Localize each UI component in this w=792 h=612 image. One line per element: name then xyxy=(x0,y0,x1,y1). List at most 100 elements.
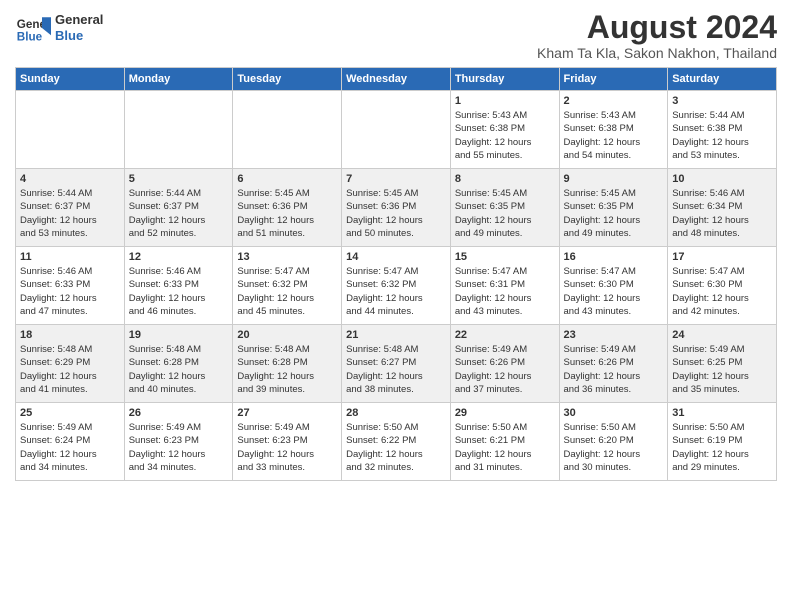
calendar-cell: 22 Sunrise: 5:49 AMSunset: 6:26 PMDayligh… xyxy=(450,325,559,403)
day-number: 6 xyxy=(237,173,337,185)
day-info: Sunrise: 5:50 AMSunset: 6:22 PMDaylight:… xyxy=(346,421,446,474)
day-number: 4 xyxy=(20,173,120,185)
svg-text:Blue: Blue xyxy=(17,31,43,44)
day-number: 11 xyxy=(20,251,120,263)
day-info: Sunrise: 5:49 AMSunset: 6:23 PMDaylight:… xyxy=(129,421,229,474)
day-info: Sunrise: 5:45 AMSunset: 6:36 PMDaylight:… xyxy=(346,187,446,240)
day-info: Sunrise: 5:47 AMSunset: 6:32 PMDaylight:… xyxy=(237,265,337,318)
weekday-header: Friday xyxy=(559,68,668,91)
calendar-cell: 14 Sunrise: 5:47 AMSunset: 6:32 PMDayligh… xyxy=(342,247,451,325)
day-info: Sunrise: 5:45 AMSunset: 6:35 PMDaylight:… xyxy=(564,187,664,240)
calendar-cell: 18 Sunrise: 5:48 AMSunset: 6:29 PMDayligh… xyxy=(16,325,125,403)
day-number: 25 xyxy=(20,407,120,419)
calendar-body: 1 Sunrise: 5:43 AMSunset: 6:38 PMDaylight… xyxy=(16,91,777,481)
day-info: Sunrise: 5:45 AMSunset: 6:36 PMDaylight:… xyxy=(237,187,337,240)
day-number: 2 xyxy=(564,95,664,107)
page-header: General Blue General Blue August 2024 Kh… xyxy=(15,10,777,61)
day-info: Sunrise: 5:44 AMSunset: 6:37 PMDaylight:… xyxy=(20,187,120,240)
day-number: 15 xyxy=(455,251,555,263)
day-number: 29 xyxy=(455,407,555,419)
day-info: Sunrise: 5:46 AMSunset: 6:34 PMDaylight:… xyxy=(672,187,772,240)
calendar-cell: 2 Sunrise: 5:43 AMSunset: 6:38 PMDaylight… xyxy=(559,91,668,169)
calendar-cell: 21Sunrise: 5:48 AMSunset: 6:27 PMDayligh… xyxy=(342,325,451,403)
day-info: Sunrise: 5:49 AMSunset: 6:23 PMDaylight:… xyxy=(237,421,337,474)
day-number: 27 xyxy=(237,407,337,419)
day-number: 8 xyxy=(455,173,555,185)
weekday-header: Monday xyxy=(124,68,233,91)
day-info: Sunrise: 5:46 AMSunset: 6:33 PMDaylight:… xyxy=(20,265,120,318)
title-block: August 2024 Kham Ta Kla, Sakon Nakhon, T… xyxy=(537,10,777,61)
day-number: 18 xyxy=(20,329,120,341)
calendar-cell xyxy=(124,91,233,169)
calendar-cell: 7 Sunrise: 5:45 AMSunset: 6:36 PMDaylight… xyxy=(342,169,451,247)
day-number: 7 xyxy=(346,173,446,185)
day-info: Sunrise: 5:47 AMSunset: 6:31 PMDaylight:… xyxy=(455,265,555,318)
day-info: Sunrise: 5:45 AMSunset: 6:35 PMDaylight:… xyxy=(455,187,555,240)
calendar-week-row: 1 Sunrise: 5:43 AMSunset: 6:38 PMDaylight… xyxy=(16,91,777,169)
day-number: 31 xyxy=(672,407,772,419)
day-number: 5 xyxy=(129,173,229,185)
calendar-week-row: 25 Sunrise: 5:49 AMSunset: 6:24 PMDayligh… xyxy=(16,403,777,481)
weekday-header: Tuesday xyxy=(233,68,342,91)
weekday-header: Saturday xyxy=(668,68,777,91)
day-info: Sunrise: 5:44 AMSunset: 6:37 PMDaylight:… xyxy=(129,187,229,240)
calendar-cell: 25 Sunrise: 5:49 AMSunset: 6:24 PMDayligh… xyxy=(16,403,125,481)
day-info: Sunrise: 5:49 AMSunset: 6:24 PMDaylight:… xyxy=(20,421,120,474)
day-number: 19 xyxy=(129,329,229,341)
calendar-cell: 27 Sunrise: 5:49 AMSunset: 6:23 PMDayligh… xyxy=(233,403,342,481)
day-number: 30 xyxy=(564,407,664,419)
calendar-cell: 6 Sunrise: 5:45 AMSunset: 6:36 PMDaylight… xyxy=(233,169,342,247)
day-number: 12 xyxy=(129,251,229,263)
day-info: Sunrise: 5:49 AMSunset: 6:26 PMDaylight:… xyxy=(564,343,664,396)
calendar-cell: 29 Sunrise: 5:50 AMSunset: 6:21 PMDayligh… xyxy=(450,403,559,481)
day-info: Sunrise: 5:49 AMSunset: 6:26 PMDaylight:… xyxy=(455,343,555,396)
calendar-cell: 11 Sunrise: 5:46 AMSunset: 6:33 PMDayligh… xyxy=(16,247,125,325)
day-info: Sunrise: 5:48 AMSunset: 6:28 PMDaylight:… xyxy=(237,343,337,396)
calendar-cell: 15 Sunrise: 5:47 AMSunset: 6:31 PMDayligh… xyxy=(450,247,559,325)
calendar-table: SundayMondayTuesdayWednesdayThursdayFrid… xyxy=(15,67,777,481)
calendar-cell: 28 Sunrise: 5:50 AMSunset: 6:22 PMDayligh… xyxy=(342,403,451,481)
day-number: 16 xyxy=(564,251,664,263)
day-info: Sunrise: 5:50 AMSunset: 6:21 PMDaylight:… xyxy=(455,421,555,474)
day-info: Sunrise: 5:47 AMSunset: 6:30 PMDaylight:… xyxy=(672,265,772,318)
day-number: 10 xyxy=(672,173,772,185)
calendar-week-row: 4 Sunrise: 5:44 AMSunset: 6:37 PMDaylight… xyxy=(16,169,777,247)
weekday-header: Sunday xyxy=(16,68,125,91)
day-number: 22 xyxy=(455,329,555,341)
calendar-cell: 19 Sunrise: 5:48 AMSunset: 6:28 PMDayligh… xyxy=(124,325,233,403)
day-info: Sunrise: 5:43 AMSunset: 6:38 PMDaylight:… xyxy=(564,109,664,162)
day-number: 17 xyxy=(672,251,772,263)
logo-text: General Blue xyxy=(55,12,103,43)
calendar-cell: 23 Sunrise: 5:49 AMSunset: 6:26 PMDayligh… xyxy=(559,325,668,403)
day-info: Sunrise: 5:47 AMSunset: 6:30 PMDaylight:… xyxy=(564,265,664,318)
day-number: 24 xyxy=(672,329,772,341)
calendar-cell: 31Sunrise: 5:50 AMSunset: 6:19 PMDayligh… xyxy=(668,403,777,481)
calendar-cell: 24Sunrise: 5:49 AMSunset: 6:25 PMDayligh… xyxy=(668,325,777,403)
day-info: Sunrise: 5:48 AMSunset: 6:29 PMDaylight:… xyxy=(20,343,120,396)
day-number: 14 xyxy=(346,251,446,263)
day-number: 26 xyxy=(129,407,229,419)
calendar-cell xyxy=(233,91,342,169)
day-info: Sunrise: 5:44 AMSunset: 6:38 PMDaylight:… xyxy=(672,109,772,162)
day-info: Sunrise: 5:47 AMSunset: 6:32 PMDaylight:… xyxy=(346,265,446,318)
header-row: SundayMondayTuesdayWednesdayThursdayFrid… xyxy=(16,68,777,91)
day-number: 28 xyxy=(346,407,446,419)
calendar-cell: 9Sunrise: 5:45 AMSunset: 6:35 PMDaylight… xyxy=(559,169,668,247)
calendar-cell: 8 Sunrise: 5:45 AMSunset: 6:35 PMDaylight… xyxy=(450,169,559,247)
calendar-cell: 1Sunrise: 5:43 AMSunset: 6:38 PMDaylight… xyxy=(450,91,559,169)
calendar-cell: 20Sunrise: 5:48 AMSunset: 6:28 PMDayligh… xyxy=(233,325,342,403)
calendar-cell: 5 Sunrise: 5:44 AMSunset: 6:37 PMDaylight… xyxy=(124,169,233,247)
logo-icon: General Blue xyxy=(15,10,51,46)
logo: General Blue General Blue xyxy=(15,10,103,46)
day-number: 13 xyxy=(237,251,337,263)
day-info: Sunrise: 5:48 AMSunset: 6:28 PMDaylight:… xyxy=(129,343,229,396)
calendar-cell xyxy=(16,91,125,169)
page-title: August 2024 xyxy=(537,10,777,45)
day-info: Sunrise: 5:50 AMSunset: 6:20 PMDaylight:… xyxy=(564,421,664,474)
day-number: 1 xyxy=(455,95,555,107)
day-number: 23 xyxy=(564,329,664,341)
calendar-cell: 26 Sunrise: 5:49 AMSunset: 6:23 PMDayligh… xyxy=(124,403,233,481)
page-subtitle: Kham Ta Kla, Sakon Nakhon, Thailand xyxy=(537,45,777,61)
day-number: 21 xyxy=(346,329,446,341)
calendar-week-row: 18 Sunrise: 5:48 AMSunset: 6:29 PMDayligh… xyxy=(16,325,777,403)
